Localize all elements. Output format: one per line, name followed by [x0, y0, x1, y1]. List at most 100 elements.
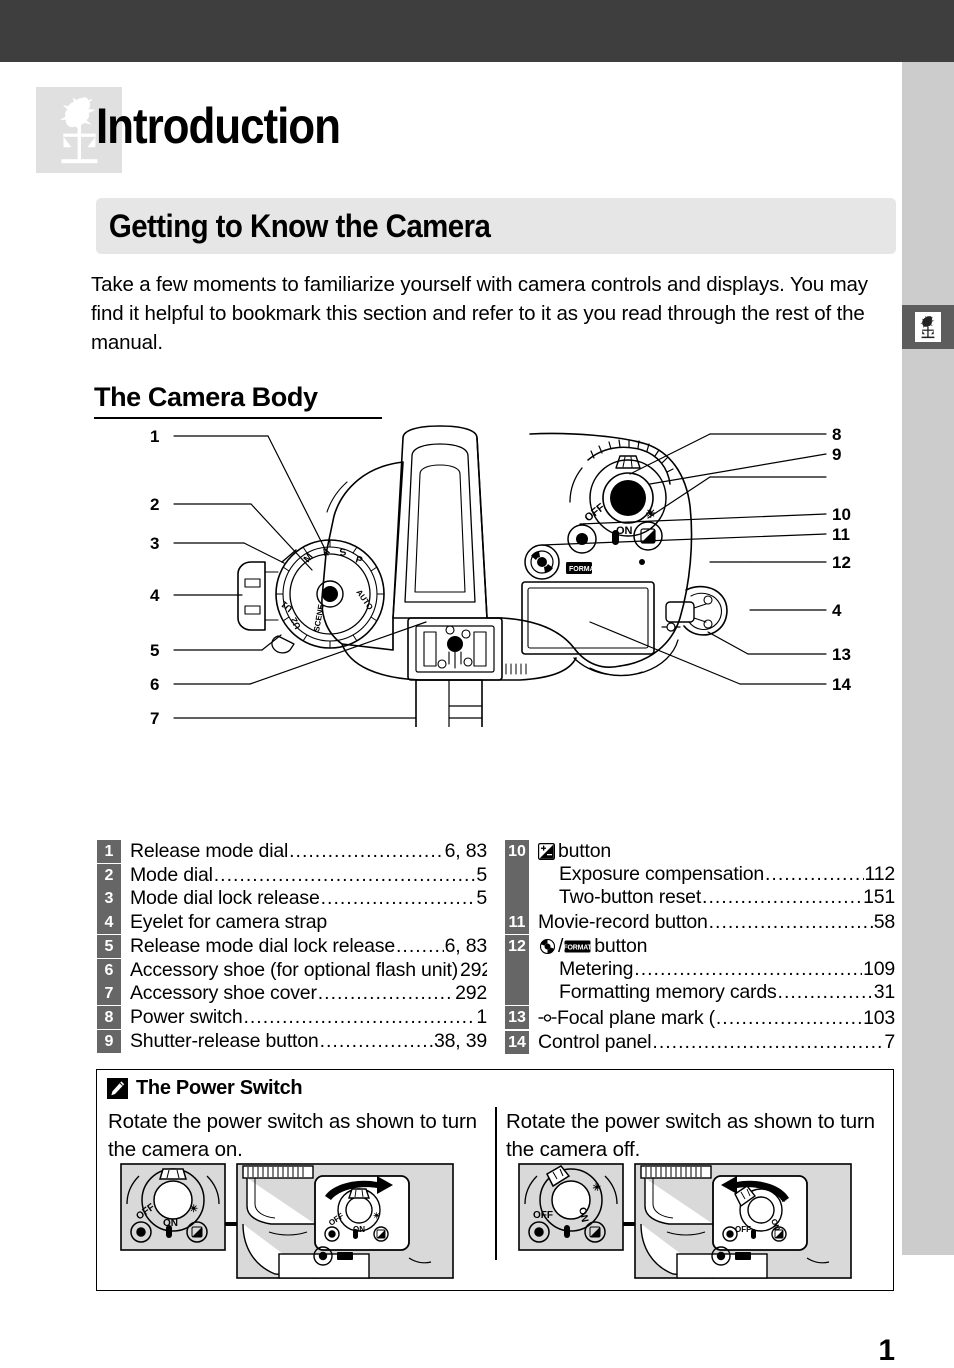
figure-callout-7: 7	[150, 709, 160, 728]
index-entry-line: Formatting memory cards.................…	[538, 981, 895, 1004]
svg-text:ON: ON	[163, 1218, 178, 1229]
index-entry-label: Movie-record button	[538, 911, 708, 934]
power-switch-off-illustration: OFF ON ☀ OFF ON ☀	[517, 1162, 853, 1280]
index-leader-dots: ........................................…	[777, 981, 873, 1001]
index-list-left: 1 Release mode dial......................…	[97, 840, 487, 1053]
index-leader-dots: ........................................…	[715, 1006, 862, 1027]
index-entry-body: Control panel...........................…	[529, 1031, 895, 1054]
index-number-badge: 9	[97, 1029, 121, 1053]
index-entry-label: button	[538, 840, 611, 863]
index-entry: 14 Control panel.........................…	[505, 1030, 895, 1054]
index-leader-dots: ........................................…	[317, 982, 454, 1002]
index-entry-label: Exposure compensation	[559, 863, 765, 886]
focal-plane-mark-icon	[538, 1006, 557, 1022]
index-leader-dots: ........................................…	[708, 911, 873, 931]
index-page-number: 292	[455, 982, 487, 1005]
index-entry-body: Mode dial lock release..................…	[121, 887, 487, 910]
chapter-side-tab	[902, 305, 954, 349]
svg-text:ON: ON	[353, 1225, 365, 1234]
index-entry-label: Accessory shoe cover	[130, 982, 317, 1005]
index-entry-label: Two-button reset	[559, 886, 702, 909]
format-icon: FORMAT	[564, 936, 593, 953]
index-page-number: 38, 39	[433, 1029, 487, 1052]
svg-text:AUTO: AUTO	[354, 588, 374, 612]
svg-text:OFF: OFF	[735, 1225, 751, 1234]
svg-text:FORMAT: FORMAT	[569, 566, 599, 573]
index-entry-line: Power switch............................…	[130, 1006, 487, 1029]
index-entry-label: Accessory shoe (for optional flash unit)	[130, 958, 458, 981]
index-leader-dots: ........................................…	[243, 1005, 475, 1026]
svg-text:S: S	[339, 547, 347, 559]
figure-callout-14: 14	[832, 675, 851, 694]
index-number-badge: 14	[505, 1030, 529, 1054]
index-leader-dots: ........................................…	[652, 1030, 884, 1051]
note-header: The Power Switch	[107, 1077, 303, 1100]
index-page-number: 31	[873, 981, 895, 1004]
index-entry-line: Control panel...........................…	[538, 1031, 895, 1054]
index-leader-dots: ........................................…	[213, 863, 476, 884]
index-entry-line: Accessory shoe cover....................…	[130, 982, 487, 1005]
index-entry-body: Mode dial...............................…	[121, 864, 487, 887]
index-entry-label: Eyelet for camera strap	[130, 911, 327, 934]
index-entry-line: Eyelet for camera strap.................…	[130, 911, 487, 934]
index-number-badge: 12	[505, 934, 529, 1006]
svg-text:U2: U2	[289, 616, 303, 631]
index-entry-text: button	[594, 934, 648, 957]
index-entry: 10 button................................…	[505, 840, 895, 911]
page-number: 1	[878, 1334, 895, 1367]
index-entry-label: Control panel	[538, 1030, 652, 1053]
figure-callout-9: 9	[832, 445, 842, 464]
index-number-badge: 6	[97, 958, 121, 982]
index-page-number: 58	[873, 911, 895, 934]
svg-text:☀: ☀	[642, 505, 660, 523]
index-entry-body: Eyelet for camera strap.................…	[121, 911, 487, 934]
top-bar	[0, 0, 954, 62]
index-number-badge: 5	[97, 934, 121, 958]
figure-callout-13: 13	[832, 645, 851, 664]
section-banner-title: Getting to Know the Camera	[108, 207, 491, 244]
index-entry: 3 Mode dial lock release.................…	[97, 887, 487, 911]
index-entry: 9 Shutter-release button.................…	[97, 1029, 487, 1053]
index-leader-dots: ........................................…	[320, 887, 476, 907]
index-entry-line: Metering................................…	[538, 958, 895, 981]
index-entry-line: Two-button reset........................…	[538, 886, 895, 909]
index-entry-body: button..................................…	[529, 840, 895, 910]
figure-callout-2: 2	[150, 495, 160, 514]
index-entry-line: Accessory shoe (for optional flash unit)…	[130, 959, 487, 982]
figure-callout-8: 8	[832, 425, 842, 444]
index-page-number: 151	[863, 886, 895, 909]
index-entry-body: Release mode dial lock release..........…	[121, 935, 487, 958]
slash-separator: /	[558, 934, 564, 957]
index-entry-body: Focal plane mark (......................…	[529, 1006, 895, 1030]
note-box-power-switch: The Power Switch Rotate the power switch…	[96, 1069, 894, 1291]
figure-callout-6: 6	[150, 675, 160, 694]
index-number-badge: 13	[505, 1005, 529, 1030]
note-text-right: Rotate the power switch as shown to turn…	[506, 1110, 875, 1161]
index-entry-label: Focal plane mark (	[538, 1006, 715, 1030]
index-entry-line: /FORMATbutton...........................…	[538, 935, 895, 958]
index-entry-line: Mode dial...............................…	[130, 864, 487, 887]
index-entry-line: Mode dial lock release..................…	[130, 887, 487, 910]
index-leader-dots: ........................................…	[634, 958, 862, 978]
index-entry-body: /FORMATbutton...........................…	[529, 935, 895, 1005]
index-number-badge: 11	[505, 911, 529, 935]
figure-callout-11: 11	[832, 525, 850, 544]
index-entry-label: Release mode dial lock release	[130, 934, 395, 957]
index-entry-label: Mode dial lock release	[130, 887, 320, 910]
index-entry: 5 Release mode dial lock release.........…	[97, 934, 487, 958]
svg-text:FORMAT: FORMAT	[564, 944, 591, 951]
index-entry: 1 Release mode dial......................…	[97, 840, 487, 864]
index-number-badge: 3	[97, 887, 121, 911]
figure-callout-3: 3	[150, 534, 160, 553]
index-entry-body: Power switch............................…	[121, 1006, 487, 1029]
page-content: Introduction Getting to Know the Camera …	[0, 62, 902, 1367]
note-column-divider	[495, 1107, 497, 1260]
index-entry-label: Metering	[559, 958, 634, 980]
index-number-badge: 8	[97, 1005, 121, 1030]
note-text-left: Rotate the power switch as shown to turn…	[108, 1110, 477, 1161]
index-page-number: 292	[460, 958, 487, 981]
index-page-number: 6, 83	[444, 840, 487, 862]
svg-text:U1: U1	[279, 599, 294, 614]
exposure-compensation-icon	[538, 843, 556, 861]
index-leader-dots: ........................................…	[289, 840, 444, 860]
